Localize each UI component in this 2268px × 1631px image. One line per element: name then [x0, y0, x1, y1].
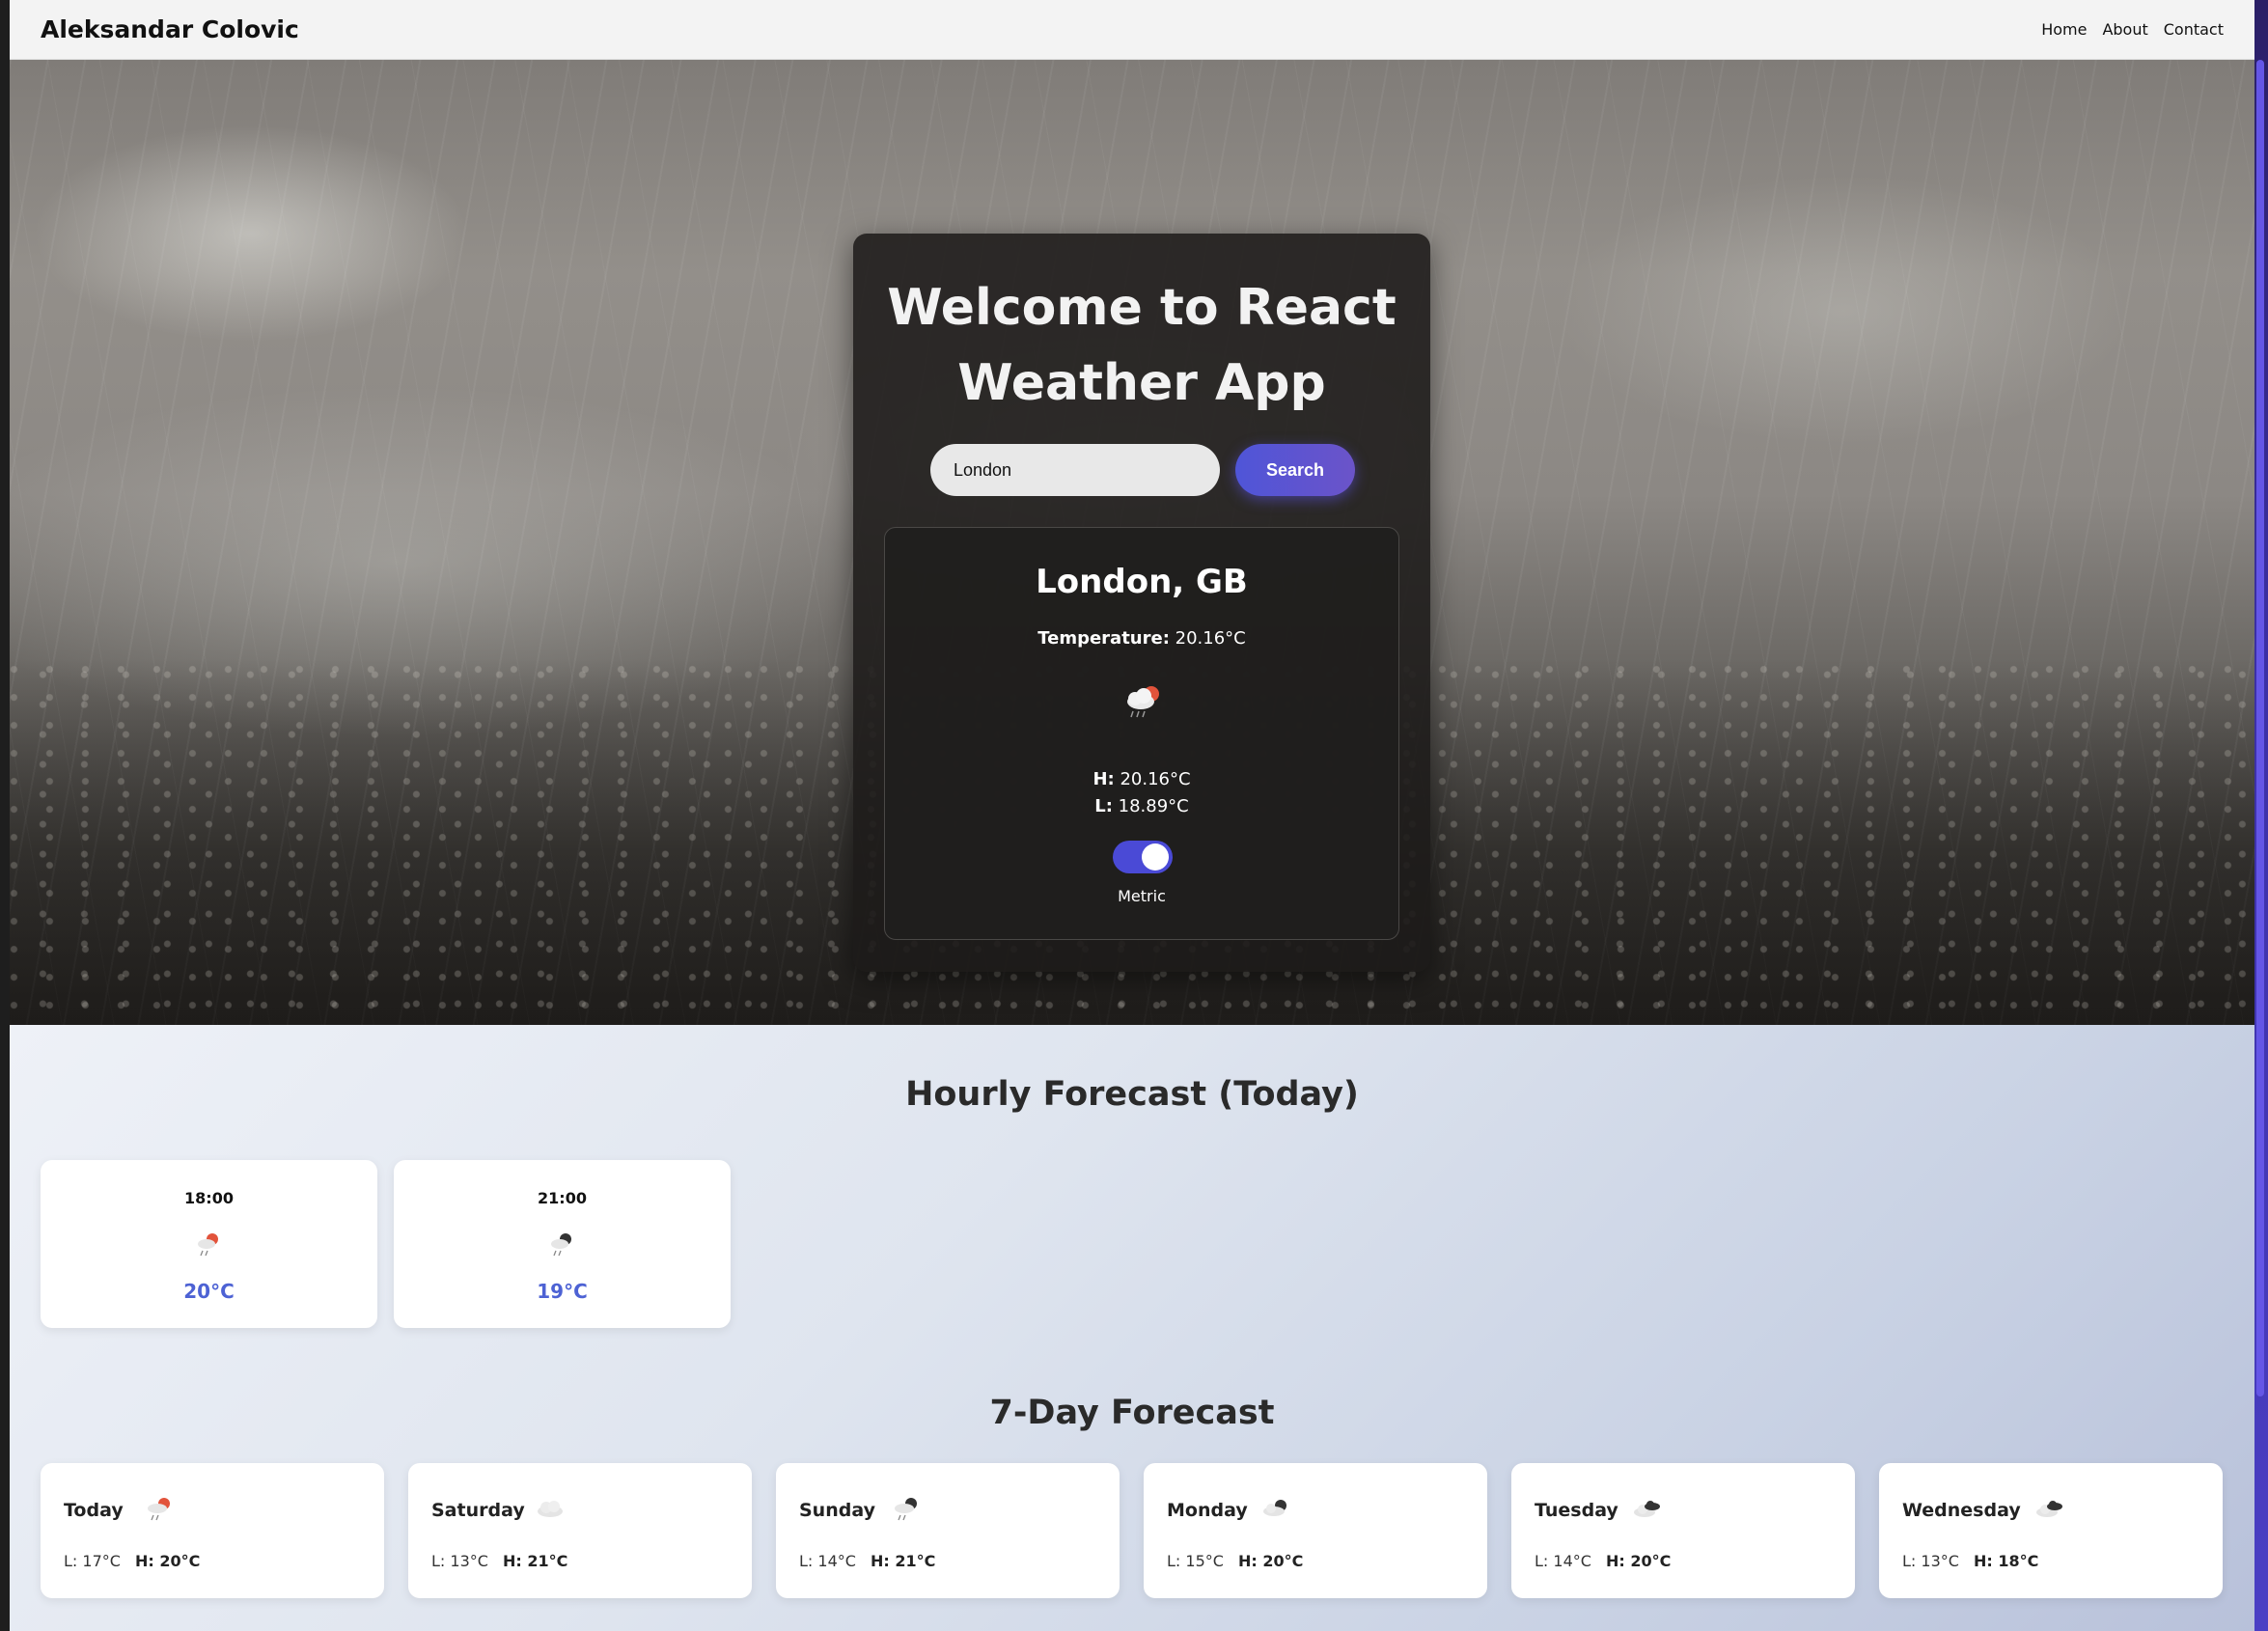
- current-weather-panel: London, GB Temperature: 20.16°C H: 20.16…: [884, 527, 1399, 940]
- daily-card: Tuesday L: 14°C H: 20°C: [1511, 1463, 1855, 1598]
- day-name: Monday: [1167, 1500, 1248, 1521]
- hour-temperature: 19°C: [537, 1280, 588, 1303]
- day-high: H: 21°C: [871, 1552, 936, 1570]
- scrollbar-thumb[interactable]: [2256, 60, 2264, 1396]
- low-temperature-line: L: 18.89°C: [885, 796, 1398, 816]
- navbar: Aleksandar Colovic Home About Contact: [10, 0, 2254, 60]
- hour-time: 18:00: [184, 1189, 234, 1207]
- day-low: L: 17°C: [64, 1552, 121, 1570]
- nav-link-about[interactable]: About: [2102, 20, 2147, 39]
- high-temperature-line: H: 20.16°C: [885, 769, 1398, 789]
- low-value: 18.89°C: [1118, 796, 1189, 816]
- day-name: Sunday: [799, 1500, 875, 1521]
- forecast-section: Hourly Forecast (Today) 18:00 20°C 21:00…: [10, 1025, 2254, 1631]
- day-name: Wednesday: [1902, 1500, 2021, 1521]
- rain-sun-icon: [148, 1498, 170, 1521]
- day-high: H: 18°C: [1974, 1552, 2039, 1570]
- high-label: H:: [1093, 769, 1115, 789]
- day-low: L: 14°C: [1535, 1552, 1591, 1570]
- day-name: Saturday: [431, 1500, 525, 1521]
- day-low: L: 14°C: [799, 1552, 856, 1570]
- nav-links: Home About Contact: [2041, 20, 2224, 39]
- day-high: H: 20°C: [135, 1552, 201, 1570]
- cloud-moon-icon: [1263, 1500, 1286, 1516]
- cloud-icon: [538, 1501, 563, 1517]
- daily-card: Saturday L: 13°C H: 21°C: [408, 1463, 752, 1598]
- hour-time: 21:00: [538, 1189, 587, 1207]
- hourly-card: 18:00 20°C: [41, 1160, 377, 1328]
- dark-clouds-icon: [1634, 1501, 1660, 1517]
- cloud-rain-sun-icon: [1127, 686, 1159, 718]
- brand-name[interactable]: Aleksandar Colovic: [41, 15, 299, 43]
- rain-moon-icon: [551, 1233, 571, 1257]
- welcome-card: Welcome to React Weather App Search Lond…: [853, 234, 1430, 972]
- day-low: L: 15°C: [1167, 1552, 1224, 1570]
- temperature-label: Temperature:: [1037, 628, 1170, 649]
- rain-sun-icon: [198, 1233, 218, 1257]
- hourly-forecast-title: Hourly Forecast (Today): [905, 1075, 1359, 1114]
- hourly-card: 21:00 19°C: [394, 1160, 731, 1328]
- unit-toggle[interactable]: [1113, 841, 1173, 873]
- search-button[interactable]: Search: [1235, 444, 1355, 496]
- temperature-value: 20.16°C: [1175, 628, 1246, 649]
- dark-clouds-icon: [2036, 1501, 2062, 1517]
- window-edge: [0, 0, 10, 1631]
- low-label: L:: [1094, 796, 1113, 816]
- nav-link-contact[interactable]: Contact: [2164, 20, 2224, 39]
- day-high: H: 20°C: [1238, 1552, 1304, 1570]
- daily-card: Today L: 17°C H: 20°C: [41, 1463, 384, 1598]
- city-name: London, GB: [1036, 563, 1248, 601]
- day-low: L: 13°C: [1902, 1552, 1959, 1570]
- daily-card: Wednesday L: 13°C H: 18°C: [1879, 1463, 2223, 1598]
- high-value: 20.16°C: [1120, 769, 1191, 789]
- day-high: H: 20°C: [1606, 1552, 1672, 1570]
- daily-card: Sunday L: 14°C H: 21°C: [776, 1463, 1120, 1598]
- day-name: Tuesday: [1535, 1500, 1618, 1521]
- daily-forecast-title: 7-Day Forecast: [989, 1394, 1275, 1432]
- temperature-line: Temperature: 20.16°C: [885, 628, 1398, 649]
- rain-moon-icon: [895, 1498, 917, 1521]
- nav-link-home[interactable]: Home: [2041, 20, 2087, 39]
- day-name: Today: [64, 1500, 124, 1521]
- day-low: L: 13°C: [431, 1552, 488, 1570]
- page-title: Welcome to React Weather App: [887, 279, 1397, 412]
- city-search-input[interactable]: [930, 444, 1220, 496]
- toggle-knob: [1142, 843, 1169, 871]
- hero-section: Welcome to React Weather App Search Lond…: [10, 60, 2254, 1025]
- daily-card: Monday L: 15°C H: 20°C: [1144, 1463, 1487, 1598]
- day-high: H: 21°C: [503, 1552, 568, 1570]
- hour-temperature: 20°C: [183, 1280, 235, 1303]
- unit-toggle-label: Metric: [1118, 887, 1166, 905]
